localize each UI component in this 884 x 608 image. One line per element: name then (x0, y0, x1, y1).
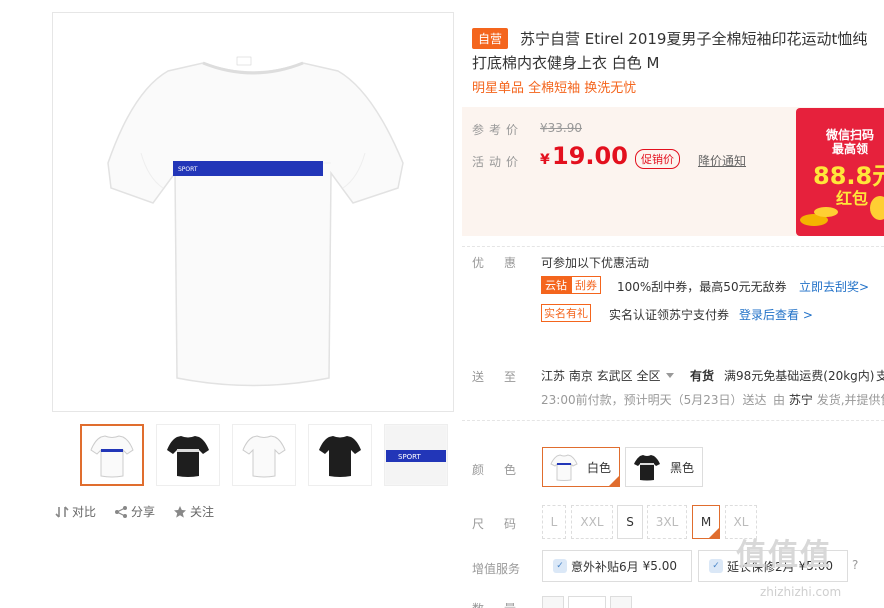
product-subtitle: 明星单品 全棉短袖 换洗无忧 (472, 81, 637, 96)
thumbnail-white-tshirt-plain[interactable] (232, 424, 296, 486)
price-drop-notice-link[interactable]: 降价通知 (698, 152, 746, 169)
size-option-3xl[interactable]: 3XL (647, 505, 687, 539)
service-price: ¥5.00 (642, 559, 677, 573)
delivery-label: 送至 (472, 370, 537, 384)
thumbnail-strip: SPORT (80, 424, 448, 486)
star-icon (173, 505, 187, 519)
yunzuan-tag-2: 刮券 (571, 276, 601, 294)
service-name: 意外补贴6月 (571, 559, 639, 574)
size-option-xxl[interactable]: XXL (571, 505, 613, 539)
product-title: 苏宁自营 Etirel 2019夏男子全棉短袖印花运动t恤纯 (520, 30, 868, 48)
watermark-logo: 值值值 (736, 538, 832, 573)
share-button[interactable]: 分享 (114, 503, 155, 520)
redpacket-line2: 最高领 (832, 142, 869, 156)
self-operated-badge: 自营 (472, 28, 509, 49)
watermark-site: zhizhizhi.com (760, 585, 842, 599)
services-label: 增值服务 (472, 562, 521, 576)
delivery-cutoff: 23:00前付款，预计明天（5月23日）送达 (541, 393, 767, 407)
black-swatch-icon (634, 455, 660, 481)
compare-button[interactable]: 对比 (55, 503, 96, 520)
divider (462, 420, 884, 421)
offers-intro: 可参加以下优惠活动 (541, 256, 650, 270)
thumbnail-black-tshirt[interactable] (156, 424, 220, 486)
size-label: 尺码 (472, 517, 537, 531)
color-option-label: 黑色 (670, 460, 695, 475)
redpacket-suffix: 红包 (836, 189, 869, 208)
seller-info: 由 苏宁 发货,并提供售 (773, 391, 884, 408)
thumbnail-white-tshirt[interactable] (80, 424, 144, 486)
color-option-white[interactable]: 白色 (542, 447, 620, 487)
thumbnail-sport-detail[interactable]: SPORT (384, 424, 448, 486)
currency-symbol: ¥ (540, 152, 550, 168)
selected-corner-icon (609, 476, 619, 486)
seller-prefix: 由 (773, 393, 786, 407)
quantity-label: 数量 (472, 600, 536, 608)
follow-label: 关注 (190, 505, 215, 519)
color-option-black[interactable]: 黑色 (625, 447, 703, 487)
shield-icon: ✓ (709, 559, 723, 573)
main-product-image[interactable]: SPORT (52, 12, 454, 412)
real-name-tag: 实名有礼 (541, 304, 591, 322)
size-option-label: M (700, 515, 712, 529)
thumb-sport-print: SPORT (398, 453, 422, 461)
reference-price-label: 参考价 (472, 123, 524, 137)
seller-suffix: 发货,并提供售 (816, 393, 884, 407)
quantity-increase-button[interactable] (610, 596, 632, 608)
login-view-link[interactable]: 登录后查看 > (739, 306, 813, 323)
white-swatch-icon (550, 454, 578, 481)
yunzuan-tag: 云钻 刮券 (541, 276, 601, 294)
shipping-more: 支 (876, 369, 884, 383)
real-name-text: 实名认证领苏宁支付券 (609, 308, 730, 322)
compare-icon (55, 505, 69, 519)
scratch-now-link[interactable]: 立即去刮奖> (799, 278, 869, 295)
location-text: 江苏 南京 玄武区 全区 (541, 369, 661, 383)
activity-price: 19.00 (552, 142, 628, 170)
product-title-line2: 打底棉内衣健身上衣 白色 M (472, 54, 660, 72)
selected-corner-icon (709, 528, 719, 538)
service-help-icon[interactable]: ? (852, 558, 858, 572)
seller-name[interactable]: 苏宁 (789, 393, 813, 407)
color-label: 颜色 (472, 463, 537, 477)
shield-icon: ✓ (553, 559, 567, 573)
promo-price-tag: 促销价 (635, 149, 680, 169)
offers-label: 优惠 (472, 256, 537, 270)
size-option-l[interactable]: L (542, 505, 566, 539)
chevron-down-icon (666, 373, 675, 378)
size-option-m[interactable]: M (692, 505, 720, 539)
shipping-info: 满98元免基础运费(20kg内) (724, 369, 875, 383)
yunzuan-text: 100%刮中券，最高50元无敌券 (617, 280, 787, 294)
color-option-label: 白色 (587, 460, 612, 475)
quantity-input[interactable] (568, 596, 606, 608)
quantity-decrease-button[interactable] (542, 596, 564, 608)
product-tools: 对比 分享 关注 (55, 503, 214, 520)
follow-button[interactable]: 关注 (173, 503, 214, 520)
share-label: 分享 (131, 505, 156, 519)
compare-label: 对比 (72, 505, 97, 519)
thumbnail-black-tshirt-plain[interactable] (308, 424, 372, 486)
sport-print: SPORT (178, 166, 198, 173)
location-selector[interactable]: 江苏 南京 玄武区 全区 (541, 367, 675, 384)
divider (462, 246, 884, 247)
service-accident-subsidy[interactable]: ✓ 意外补贴6月 ¥5.00 (542, 550, 692, 582)
reference-price: ¥33.90 (540, 121, 582, 135)
stock-status: 有货 (690, 369, 715, 383)
activity-price-label: 活动价 (472, 155, 524, 169)
yunzuan-tag-1: 云钻 (541, 276, 571, 294)
share-icon (114, 505, 128, 519)
size-option-s[interactable]: S (617, 505, 643, 539)
